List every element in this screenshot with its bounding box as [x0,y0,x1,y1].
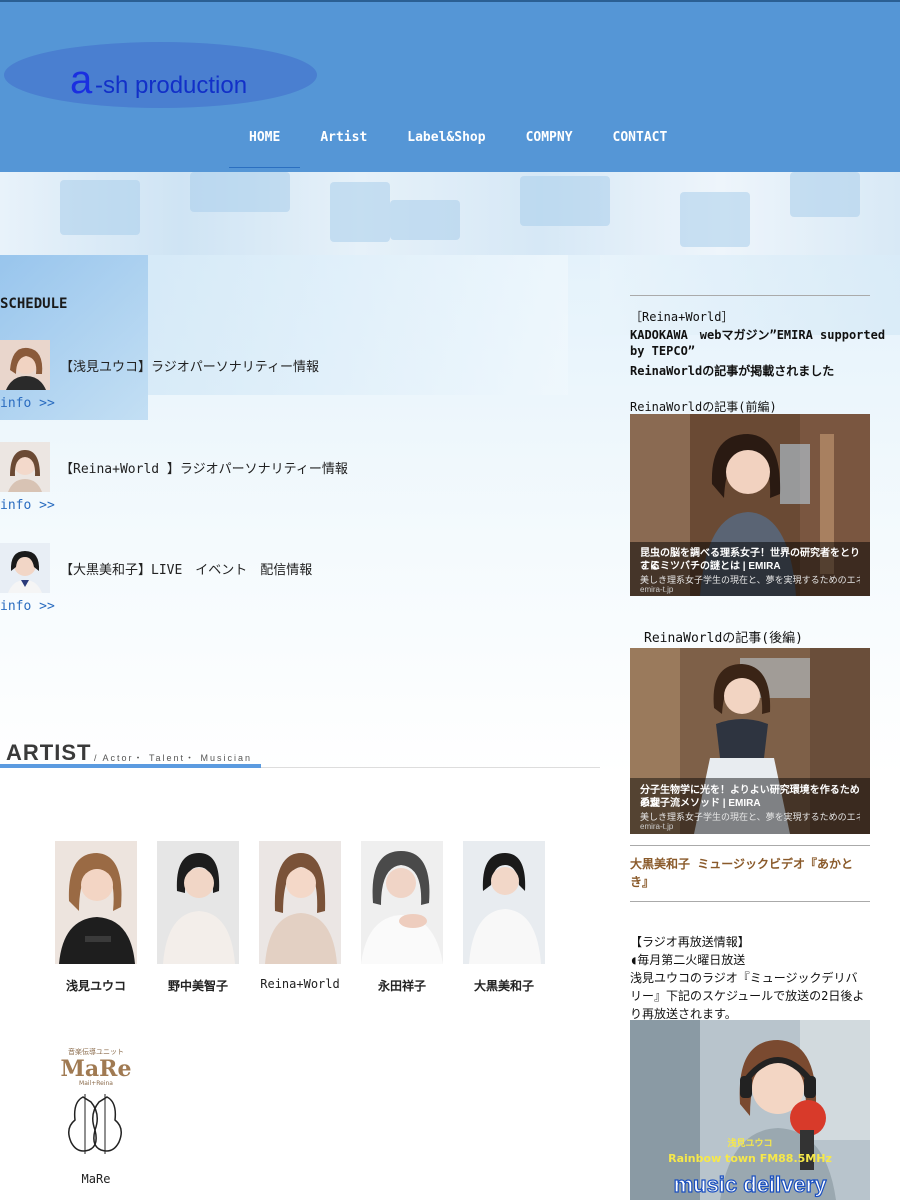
schedule-heading: SCHEDULE [0,296,68,312]
music-video-link-text[interactable]: 大黒美和子 ミュージックビデオ『あかと [630,855,870,873]
artist-card[interactable]: 音楽伝導ユニット MaRe Mail+Reina MaRe [55,1042,137,1186]
radio-image-title: music deilvery [674,1172,828,1197]
schedule-info-link[interactable]: info >> [0,599,55,614]
banner-tile [790,172,860,217]
banner-tile [330,182,390,242]
artist-heading-underline [0,764,261,768]
radio-image[interactable]: 浅見ユウコ Rainbow town FM88.5MHz music deilv… [630,1020,870,1200]
schedule-thumbnail[interactable] [0,543,50,593]
sidebar-kadokawa-text: KADOKAWA webマガジン”EMIRA supported [630,328,886,342]
radio-text: 浅見ユウコのラジオ『ミュージックデリバ [630,971,858,985]
artist-photo[interactable] [259,841,341,964]
article-card[interactable]: 昆虫の脳を調べる理系女子！世界の研究者をとりこに するミツバチの謎とは | EM… [630,414,870,596]
sidebar-kadokawa-text: by TEPCO” [630,344,696,358]
nav-artist[interactable]: Artist [300,124,387,168]
radio-image-station: Rainbow town FM88.5MHz [668,1152,832,1165]
banner-tile [680,192,750,247]
schedule-item-title[interactable]: 【浅見ユウコ】ラジオパーソナリティー情報 [60,356,319,375]
mare-logo-wordmark: MaRe [61,1056,132,1082]
artist-name[interactable]: 永田祥子 [351,977,453,994]
mare-logo-members: Mail+Reina [79,1080,113,1087]
article-source: emira-t.jp [640,585,674,594]
schedule-item-title[interactable]: 【大黒美和子】LIVE イベント 配信情報 [60,559,312,578]
artist-name[interactable]: Reina+World [249,977,351,991]
sidebar-divider [630,295,870,296]
artist-card[interactable]: 浅見ユウコ [55,841,137,993]
artist-photo[interactable] [55,841,137,964]
artist-heading: ARTIST [6,740,92,765]
logo-letter-a[interactable]: a [70,60,92,100]
artist-name[interactable]: 野中美智子 [147,977,249,994]
artist-photo[interactable] [361,841,443,964]
radio-text: リー』下記のスケジュールで放送の2日後よ [630,989,865,1003]
artist-card[interactable]: 野中美智子 [157,841,239,993]
sidebar-divider [630,901,870,902]
article-title[interactable]: 系女子流メソッド | EMIRA [640,797,860,810]
article-label: ReinaWorldの記事(前編) [630,400,777,414]
nav-home[interactable]: HOME [229,124,301,168]
radio-text: ◖毎月第二火曜日放送 [630,953,746,967]
music-video-link-text[interactable]: き』 [630,873,870,891]
site-header: a -sh production HOME Artist Label&Shop … [0,0,900,172]
schedule-item: 【大黒美和子】LIVE イベント 配信情報 info >> [0,543,600,623]
artist-name[interactable]: 浅見ユウコ [45,977,147,994]
banner-tile [390,200,460,240]
article-source: emira-t.jp [640,822,674,831]
mare-logo-tagline: 音楽伝導ユニット [68,1047,124,1056]
artist-subheading: / Actor・ Talent・ Musician [94,753,253,763]
banner-tile [190,172,290,212]
schedule-info-link[interactable]: info >> [0,498,55,513]
artist-photo[interactable] [157,841,239,964]
article-card[interactable]: 分子生物学に光を！よりよい研究環境を作るための理 系女子流メソッド | EMIR… [630,648,870,834]
schedule-thumbnail[interactable] [0,442,50,492]
article-title[interactable]: するミツバチの謎とは | EMIRA [640,560,860,573]
artist-card[interactable]: 大黒美和子 [463,841,545,993]
main-nav: HOME Artist Label&Shop COMPNY CONTACT [229,124,687,168]
mare-logo[interactable]: 音楽伝導ユニット MaRe Mail+Reina [55,1042,137,1160]
artist-photo[interactable] [463,841,545,964]
nav-company[interactable]: COMPNY [506,124,593,168]
schedule-item-title[interactable]: 【Reina+World 】ラジオパーソナリティー情報 [60,458,348,477]
artist-card[interactable]: 永田祥子 [361,841,443,993]
sidebar-tag: ［Reina+World］ [630,310,734,324]
sidebar-divider [630,845,870,846]
radio-heading: 【ラジオ再放送情報】 [630,935,750,949]
schedule-item: 【Reina+World 】ラジオパーソナリティー情報 info >> [0,442,600,522]
artist-name[interactable]: 大黒美和子 [453,977,555,994]
artist-card[interactable]: Reina+World [259,841,341,991]
logo-text[interactable]: -sh production [95,74,247,98]
nav-label-shop[interactable]: Label&Shop [387,124,505,168]
schedule-info-link[interactable]: info >> [0,396,55,411]
music-video-link[interactable]: 大黒美和子 ミュージックビデオ『あかと き』 [630,855,870,891]
sidebar-kadokawa-text: ReinaWorldの記事が掲載されました [630,364,835,378]
hero-banner [0,172,900,255]
artist-heading-divider [261,767,600,768]
artist-name[interactable]: MaRe [45,1172,147,1186]
radio-image-name: 浅見ユウコ [727,1137,772,1149]
schedule-item: 【浅見ユウコ】ラジオパーソナリティー情報 info >> [0,340,600,420]
banner-tile [520,176,610,226]
article-label: ReinaWorldの記事(後編) [644,631,803,646]
schedule-thumbnail[interactable] [0,340,50,390]
banner-tile [60,180,140,235]
nav-contact[interactable]: CONTACT [593,124,688,168]
